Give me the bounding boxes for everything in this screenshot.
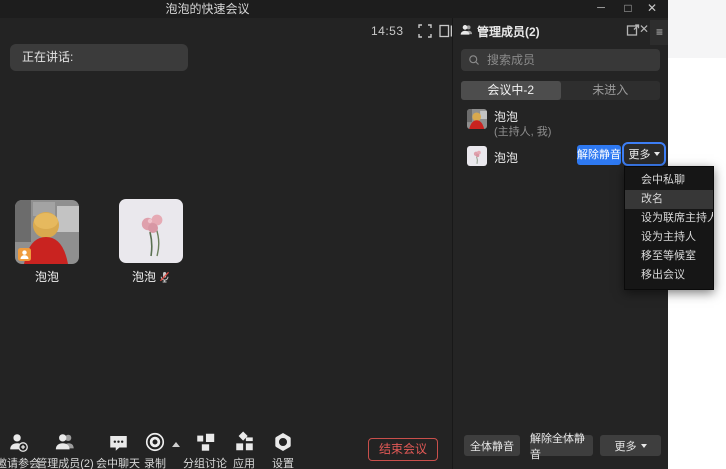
settings-gear-icon	[251, 431, 315, 453]
screen: 泡泡的快速会议 ─ □ ✕ 14:53 正在讲话:	[0, 0, 726, 469]
member-name: 泡泡	[494, 149, 518, 166]
members-icon	[459, 23, 474, 37]
member-role: (主持人, 我)	[494, 123, 551, 139]
fullscreen-icon[interactable]	[418, 24, 432, 38]
video-tile-1[interactable]	[15, 200, 79, 264]
window-title: 泡泡的快速会议	[0, 0, 415, 18]
member-search[interactable]	[461, 49, 660, 71]
panel-overflow-menu-icon[interactable]: ≡	[650, 20, 668, 45]
close-button[interactable]: ✕	[641, 0, 663, 18]
search-input[interactable]	[485, 52, 639, 68]
minimize-button[interactable]: ─	[590, 0, 612, 18]
meeting-window: 泡泡的快速会议 ─ □ ✕ 14:53 正在讲话:	[0, 0, 668, 469]
layout-view-icon[interactable]	[439, 24, 453, 38]
menu-item-private-chat[interactable]: 会中私聊	[625, 171, 713, 190]
unmute-all-button[interactable]: 解除全体静音	[530, 435, 593, 456]
titlebar: 泡泡的快速会议 ─ □ ✕	[0, 0, 668, 18]
avatar	[467, 146, 487, 166]
unmute-button[interactable]: 解除静音	[577, 145, 621, 165]
speaking-indicator: 正在讲话:	[10, 44, 188, 71]
video-tile-2[interactable]	[119, 199, 183, 263]
member-tabs: 会议中-2 未进入	[461, 81, 660, 100]
tab-not-joined[interactable]: 未进入	[561, 81, 661, 100]
menu-item-remove-from-meeting[interactable]: 移出会议	[625, 266, 713, 285]
tile-1-name: 泡泡	[15, 268, 79, 285]
member-context-menu: 会中私聊 改名 设为联席主持人 设为主持人 移至等候室 移出会议	[624, 166, 714, 290]
menu-item-rename[interactable]: 改名	[625, 190, 713, 209]
caret-down-icon	[641, 444, 647, 448]
mic-muted-icon	[159, 271, 170, 283]
menu-item-make-host[interactable]: 设为主持人	[625, 228, 713, 247]
mute-all-button[interactable]: 全体静音	[464, 435, 520, 456]
avatar	[467, 109, 487, 129]
caret-down-icon	[654, 152, 660, 156]
panel-more-button[interactable]: 更多	[600, 435, 661, 456]
member-row-host[interactable]: 泡泡 (主持人, 我)	[453, 105, 668, 141]
menu-item-move-to-waiting-room[interactable]: 移至等候室	[625, 247, 713, 266]
panel-header: 管理成员(2) ✕ ≡	[453, 18, 668, 44]
meeting-clock: 14:53	[371, 24, 404, 38]
member-more-button[interactable]: 更多	[622, 142, 666, 166]
end-meeting-button[interactable]: 结束会议	[368, 438, 438, 461]
tab-in-meeting[interactable]: 会议中-2	[461, 81, 561, 100]
maximize-button[interactable]: □	[617, 0, 639, 18]
menu-item-make-cohost[interactable]: 设为联席主持人	[625, 209, 713, 228]
tile-2-name: 泡泡	[119, 268, 183, 285]
flower-avatar-image	[119, 199, 183, 263]
toolbar-settings[interactable]: 设置	[251, 431, 315, 469]
main-area: 14:53 正在讲话:	[0, 18, 452, 469]
search-icon	[468, 54, 480, 66]
panel-title: 管理成员(2)	[477, 23, 540, 40]
undock-panel-icon[interactable]	[626, 23, 640, 37]
host-badge-icon	[18, 248, 31, 261]
